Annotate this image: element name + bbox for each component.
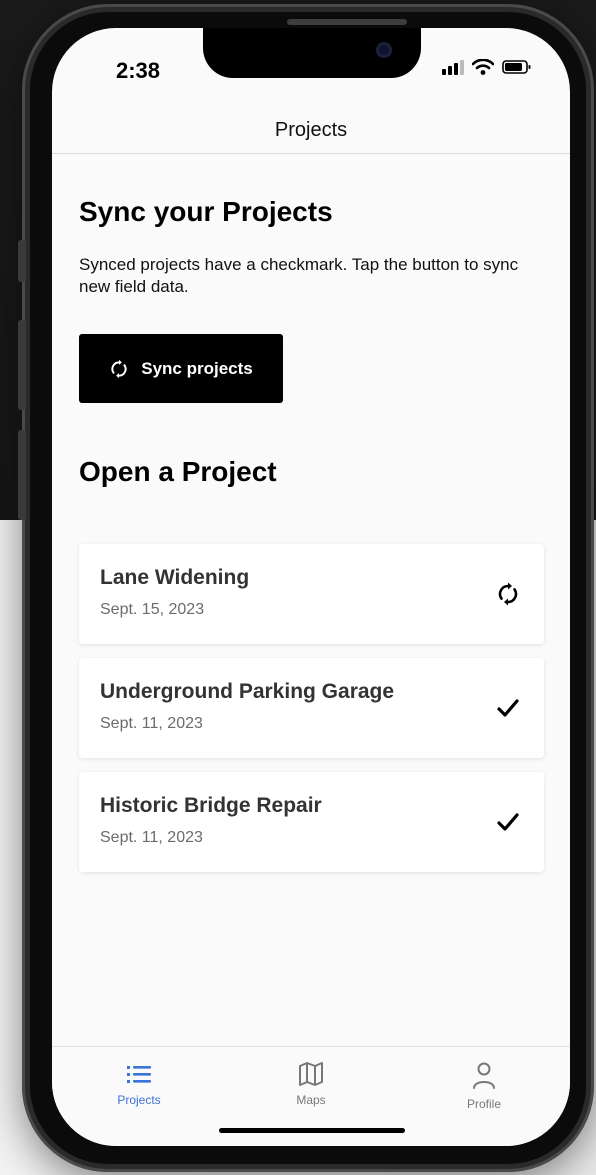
tab-label: Projects	[117, 1093, 161, 1107]
home-indicator[interactable]	[219, 1128, 405, 1133]
user-icon	[473, 1062, 495, 1089]
tab-profile[interactable]: Profile	[424, 1061, 544, 1111]
navigation-bar: Projects	[52, 108, 570, 154]
volume-up-button	[18, 320, 26, 410]
sync-projects-button[interactable]: Sync projects	[79, 334, 283, 403]
project-name: Historic Bridge Repair	[100, 794, 322, 817]
sync-icon	[498, 582, 518, 606]
sync-section-title: Sync your Projects	[79, 196, 333, 227]
tab-label: Maps	[296, 1093, 326, 1107]
checkmark-icon	[497, 699, 519, 717]
app-screen: 2:38 Projects Sync your Projects Synced …	[52, 28, 570, 1146]
sync-icon	[111, 359, 127, 378]
checkmark-icon	[497, 813, 519, 831]
project-name: Lane Widening	[100, 566, 250, 589]
status-time: 2:38	[116, 58, 161, 83]
project-name: Underground Parking Garage	[100, 680, 395, 703]
page-title: Projects	[274, 119, 348, 141]
open-section-title: Open a Project	[79, 456, 277, 487]
project-date: Sept. 11, 2023	[100, 715, 203, 732]
mute-switch	[18, 240, 26, 282]
project-card-lane-widening[interactable]: Lane Widening Sept. 15, 2023	[79, 544, 544, 644]
map-icon	[299, 1062, 323, 1086]
camera-icon	[376, 42, 392, 58]
project-date: Sept. 15, 2023	[100, 601, 205, 618]
list-icon	[127, 1066, 151, 1083]
wifi-icon	[472, 59, 494, 75]
project-card-historic-bridge-repair[interactable]: Historic Bridge Repair Sept. 11, 2023	[79, 772, 544, 872]
tab-maps[interactable]: Maps	[251, 1061, 371, 1107]
cellular-signal-icon	[442, 60, 464, 75]
tab-label: Profile	[466, 1097, 501, 1111]
project-card-underground-parking-garage[interactable]: Underground Parking Garage Sept. 11, 202…	[79, 658, 544, 758]
status-icons	[442, 59, 532, 75]
phone-speaker	[287, 19, 407, 25]
sync-section-description: Synced projects have a checkmark. Tap th…	[79, 255, 519, 296]
sync-projects-label: Sync projects	[141, 358, 253, 378]
project-date: Sept. 11, 2023	[100, 829, 203, 846]
volume-down-button	[18, 430, 26, 520]
battery-icon	[502, 60, 531, 74]
notch	[203, 28, 421, 78]
tab-projects[interactable]: Projects	[79, 1061, 199, 1107]
